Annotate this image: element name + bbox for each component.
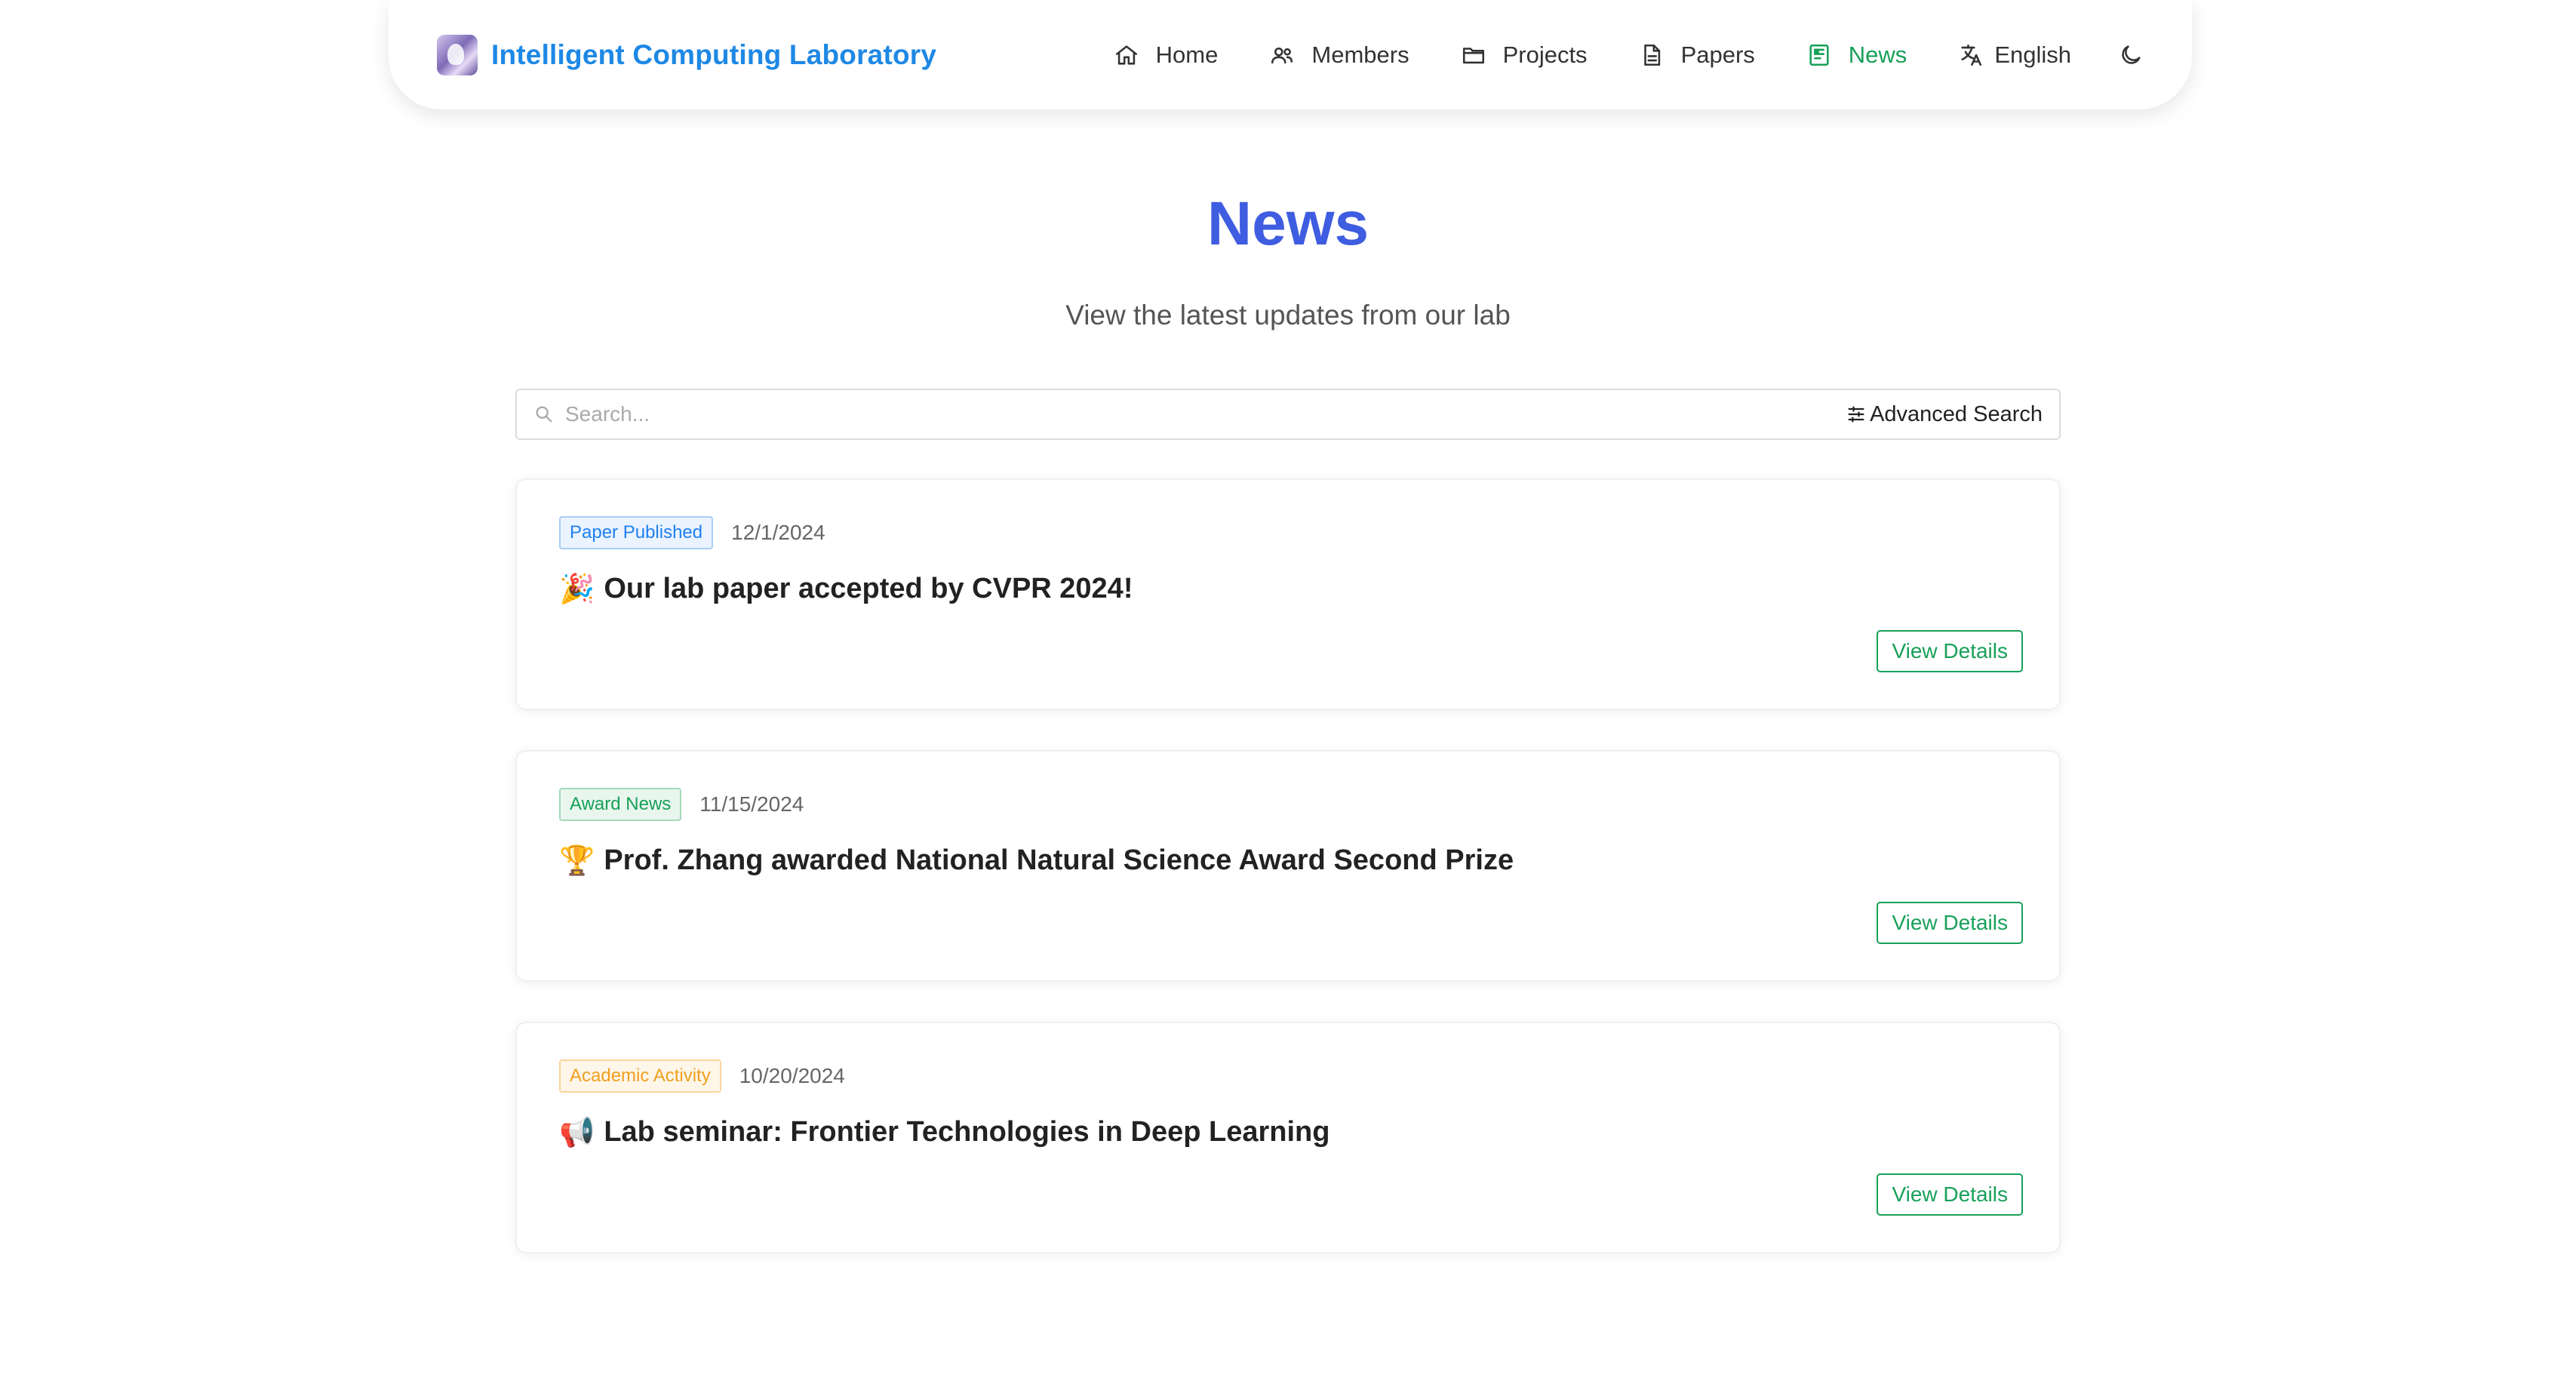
nav-home-label: Home	[1155, 41, 1219, 68]
page-subtitle: View the latest updates from our lab	[1065, 300, 1511, 331]
news-card: Paper Published 12/1/2024 🎉 Our lab pape…	[515, 478, 2061, 710]
category-tag: Paper Published	[559, 516, 714, 550]
nav-news[interactable]: News	[1781, 29, 1933, 81]
advanced-search-label: Advanced Search	[1870, 401, 2043, 426]
search-icon	[536, 406, 552, 423]
theme-toggle[interactable]	[2097, 29, 2144, 81]
document-icon	[1643, 44, 1660, 66]
lab-logo	[437, 34, 478, 75]
folder-icon	[1462, 47, 1484, 63]
search-input[interactable]	[564, 401, 1846, 427]
language-label: English	[1994, 41, 2071, 68]
news-date: 12/1/2024	[731, 521, 825, 545]
news-title: 📢 Lab seminar: Frontier Technologies in …	[559, 1115, 1329, 1149]
view-details-button[interactable]: View Details	[1877, 630, 2023, 672]
news-title-text: Our lab paper accepted by CVPR 2024!	[604, 573, 1133, 604]
trophy-icon: 🏆	[559, 844, 595, 877]
news-meta: Paper Published 12/1/2024	[559, 516, 825, 550]
news-title: 🎉 Our lab paper accepted by CVPR 2024!	[559, 572, 1133, 606]
nav-papers-label: Papers	[1680, 41, 1755, 68]
nav-projects-label: Projects	[1502, 41, 1588, 68]
members-icon	[1271, 47, 1293, 63]
language-switcher[interactable]: English	[1932, 29, 2097, 81]
nav-home[interactable]: Home	[1088, 29, 1244, 81]
advanced-search-button[interactable]: Advanced Search	[1846, 402, 2043, 427]
nav-members-label: Members	[1311, 41, 1409, 68]
news-date: 11/15/2024	[699, 792, 804, 816]
news-card: Award News 11/15/2024 🏆 Prof. Zhang awar…	[515, 750, 2061, 982]
brand-name: Intelligent Computing Laboratory	[491, 38, 937, 70]
filter-sliders-icon	[1848, 406, 1864, 423]
news-title-text: Lab seminar: Frontier Technologies in De…	[604, 1116, 1330, 1148]
moon-icon	[2122, 45, 2141, 64]
news-card: Academic Activity 10/20/2024 📢 Lab semin…	[515, 1022, 2061, 1253]
nav-projects[interactable]: Projects	[1435, 29, 1613, 81]
top-navbar: Intelligent Computing Laboratory Home Me…	[389, 0, 2192, 109]
nav-members[interactable]: Members	[1243, 29, 1434, 81]
category-tag: Academic Activity	[559, 1059, 721, 1093]
search-bar: Advanced Search	[515, 389, 2061, 440]
news-meta: Award News 11/15/2024	[559, 788, 804, 822]
party-popper-icon: 🎉	[559, 572, 595, 605]
category-tag: Award News	[559, 788, 682, 822]
news-icon	[1809, 44, 1829, 66]
brand[interactable]: Intelligent Computing Laboratory	[437, 34, 937, 75]
news-title: 🏆 Prof. Zhang awarded National Natural S…	[559, 844, 1514, 878]
page-title: News	[1207, 189, 1369, 258]
view-details-button[interactable]: View Details	[1877, 1173, 2023, 1216]
news-date: 10/20/2024	[739, 1064, 845, 1088]
view-details-button[interactable]: View Details	[1877, 902, 2023, 944]
news-title-text: Prof. Zhang awarded National Natural Sci…	[604, 844, 1514, 876]
megaphone-icon: 📢	[559, 1115, 595, 1149]
nav-papers[interactable]: Papers	[1613, 29, 1781, 81]
nav-news-label: News	[1848, 41, 1907, 68]
news-meta: Academic Activity 10/20/2024	[559, 1059, 845, 1093]
main-nav: Home Members Projects Papers News Englis…	[1088, 29, 2144, 81]
translate-icon	[1961, 44, 1982, 66]
home-icon	[1115, 45, 1137, 65]
